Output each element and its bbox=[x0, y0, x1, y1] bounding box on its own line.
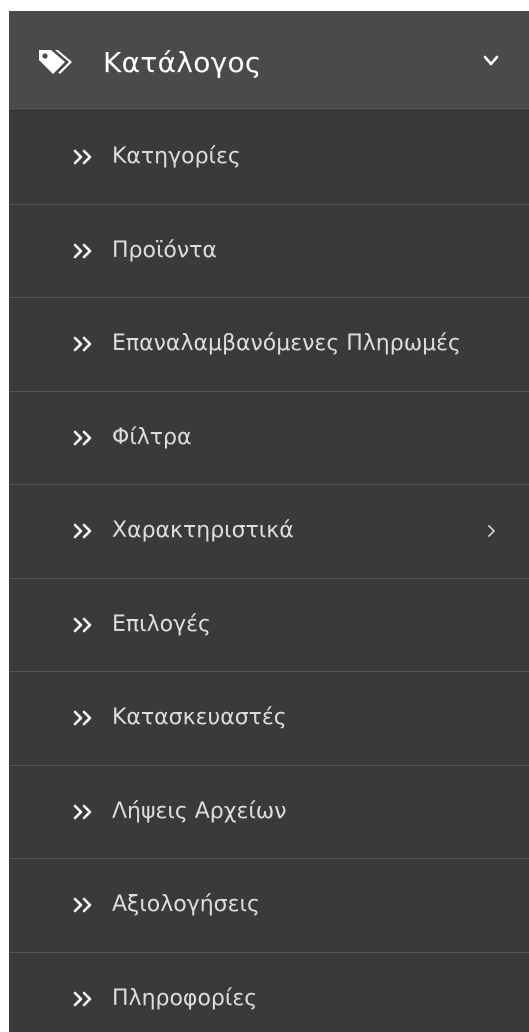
submenu-item-label: Αξιολογήσεις bbox=[112, 892, 260, 917]
menu-header-catalog[interactable]: Κατάλογος bbox=[9, 11, 529, 111]
tags-icon bbox=[39, 50, 72, 74]
double-chevron-right-icon bbox=[73, 523, 92, 539]
submenu-item-filters[interactable]: Φίλτρα bbox=[9, 392, 529, 485]
chevron-right-icon bbox=[488, 525, 495, 537]
submenu-item-downloads[interactable]: Λήψεις Αρχείων bbox=[9, 766, 529, 859]
submenu-item-label: Επαναλαμβανόμενες Πληρωμές bbox=[112, 331, 461, 356]
double-chevron-right-icon bbox=[73, 710, 92, 726]
submenu-item-attributes[interactable]: Χαρακτηριστικά bbox=[9, 485, 529, 579]
submenu-item-label: Προϊόντα bbox=[112, 237, 217, 263]
double-chevron-right-icon bbox=[73, 804, 92, 819]
double-chevron-right-icon bbox=[73, 336, 92, 352]
double-chevron-right-icon bbox=[73, 430, 92, 445]
submenu-item-information[interactable]: Πληροφορίες bbox=[9, 953, 529, 1032]
double-chevron-right-icon bbox=[73, 243, 92, 258]
submenu-item-label: Πληροφορίες bbox=[112, 985, 258, 1011]
submenu-item-label: Κατασκευαστές bbox=[112, 705, 287, 730]
double-chevron-right-icon bbox=[73, 149, 92, 165]
submenu-item-categories[interactable]: Κατηγορίες bbox=[9, 111, 529, 205]
submenu-item-manufacturers[interactable]: Κατασκευαστές bbox=[9, 672, 529, 766]
submenu-item-products[interactable]: Προϊόντα bbox=[9, 205, 529, 298]
double-chevron-right-icon bbox=[73, 991, 92, 1006]
submenu-item-reviews[interactable]: Αξιολογήσεις bbox=[9, 859, 529, 953]
submenu-item-label: Επιλογές bbox=[112, 611, 211, 637]
sidebar-menu-catalog: Κατάλογος Κατηγορίες Προϊόντα Επαναλαμβα… bbox=[9, 11, 529, 1032]
chevron-down-icon bbox=[483, 55, 499, 66]
double-chevron-right-icon bbox=[73, 617, 92, 632]
submenu-list: Κατηγορίες Προϊόντα Επαναλαμβανόμενες Πλ… bbox=[9, 111, 529, 1032]
submenu-item-label: Κατηγορίες bbox=[112, 144, 241, 169]
double-chevron-right-icon bbox=[73, 897, 92, 913]
submenu-item-label: Χαρακτηριστικά bbox=[112, 518, 294, 543]
submenu-item-label: Λήψεις Αρχείων bbox=[112, 798, 287, 824]
menu-header-label: Κατάλογος bbox=[103, 46, 262, 79]
submenu-item-options[interactable]: Επιλογές bbox=[9, 579, 529, 672]
submenu-item-recurring-payments[interactable]: Επαναλαμβανόμενες Πληρωμές bbox=[9, 298, 529, 392]
submenu-item-label: Φίλτρα bbox=[112, 424, 192, 450]
